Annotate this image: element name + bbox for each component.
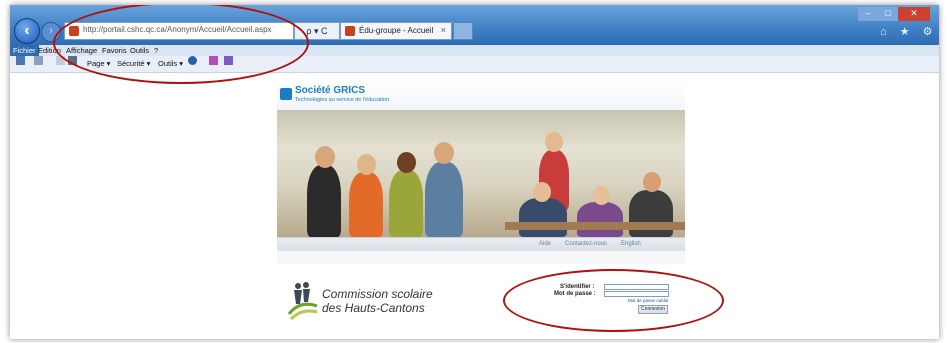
web-page: Société GRICS Technologies au service de… — [10, 73, 939, 339]
new-tab-button[interactable] — [453, 22, 473, 40]
site-container: Société GRICS Technologies au service de… — [277, 80, 685, 264]
student-head — [315, 146, 335, 168]
nav-english[interactable]: English — [621, 238, 641, 251]
student-head — [533, 182, 551, 202]
student-figure — [349, 172, 383, 237]
grics-logo-icon — [280, 88, 292, 100]
student-head — [643, 172, 661, 192]
organization-name-line1: Commission scolaire — [322, 287, 433, 301]
nav-aide[interactable]: Aide — [539, 238, 551, 251]
close-window-button[interactable]: ✕ — [898, 7, 930, 21]
student-figure — [425, 162, 463, 237]
hero-photo — [277, 110, 685, 237]
minimize-button[interactable]: – — [858, 7, 878, 21]
brand-tagline: Technologies au service de l'éducation — [295, 97, 389, 103]
student-head — [357, 154, 376, 175]
back-button[interactable]: ‹ — [14, 18, 40, 44]
maximize-button[interactable]: □ — [878, 7, 898, 21]
student-figure — [307, 165, 341, 237]
brand-name: Société GRICS — [295, 85, 366, 96]
tab-label: Édu-groupe - Accueil — [359, 26, 434, 35]
student-figure — [519, 198, 567, 237]
annotation-oval-address — [53, 5, 309, 84]
tab-close-icon[interactable]: × — [441, 25, 446, 35]
nav-contact[interactable]: Contactez-nous — [565, 238, 607, 251]
window-controls: – □ ✕ — [858, 7, 930, 21]
student-figure — [577, 202, 623, 237]
student-head — [593, 186, 610, 205]
home-icon[interactable] — [16, 56, 25, 65]
classroom-desk — [505, 222, 685, 230]
feeds-icon[interactable] — [34, 56, 43, 65]
menu-fichier[interactable]: Fichier — [10, 45, 39, 56]
home-favorites-tools-icons[interactable]: ⌂ ★ ⚙ — [880, 25, 937, 38]
tab-edu-groupe[interactable]: Édu-groupe - Accueil × — [340, 22, 452, 40]
organization-name-line2: des Hauts-Cantons — [322, 301, 425, 315]
annotation-oval-login — [503, 269, 724, 332]
commission-scolaire-logo-icon — [288, 282, 318, 320]
student-figure — [389, 170, 423, 237]
student-head — [397, 152, 416, 173]
site-nav-bar: Aide Contactez-nous English — [277, 237, 685, 251]
student-head — [434, 142, 454, 164]
browser-window: ‹ › http://portail.cshc.qc.ca/Anonym/Acc… — [10, 5, 939, 339]
teacher-head — [545, 132, 563, 152]
tab-favicon-icon — [345, 26, 355, 36]
